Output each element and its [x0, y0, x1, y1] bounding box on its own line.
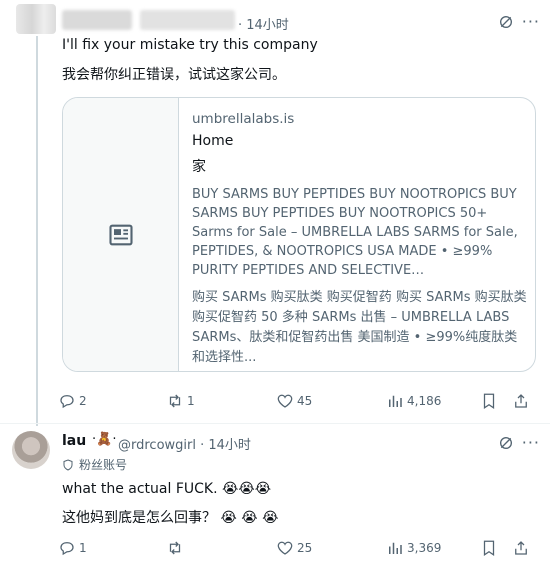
redacted-name [62, 10, 132, 30]
repost-button[interactable] [166, 539, 184, 557]
grok-icon[interactable] [498, 14, 514, 30]
shield-icon [63, 458, 73, 471]
reply-button[interactable]: 1 [58, 539, 87, 557]
like-count: 45 [297, 394, 313, 408]
repost-icon [169, 394, 181, 408]
like-button[interactable]: 45 [276, 392, 312, 410]
display-name[interactable]: lau [62, 433, 86, 449]
account-label-text: 粉丝账号 [79, 458, 128, 472]
grok-icon[interactable] [498, 435, 514, 451]
tweet-text: I'll fix your mistake try this company [62, 37, 318, 53]
card-domain: umbrellalabs.is [192, 111, 295, 127]
bookmark-icon [483, 540, 495, 556]
card-title: Home [192, 133, 234, 149]
card-thumbnail [63, 98, 179, 371]
avatar[interactable] [16, 4, 56, 34]
views-icon [389, 395, 402, 407]
like-button[interactable]: 25 [276, 539, 312, 557]
card-description-translation: 购买 SARMs 购买肽类 购买促智药 购买 SARMs 购买肽类 购买促智药 … [192, 290, 527, 365]
divider [0, 423, 550, 424]
reply-button[interactable]: 2 [58, 392, 87, 410]
more-icon[interactable]: ··· [522, 12, 540, 31]
account-label: 粉丝账号 [62, 456, 127, 473]
reply-count: 1 [79, 541, 87, 555]
tweet-translation: 我会帮你纠正错误，试试这家公司。 [62, 67, 286, 83]
view-count: 4,186 [407, 394, 442, 408]
reply-icon [60, 542, 74, 556]
link-card[interactable]: umbrellalabs.is Home 家 BUY SARMS BUY PEP… [62, 97, 536, 372]
repost-button[interactable]: 1 [166, 392, 195, 410]
views-icon [389, 542, 402, 554]
bookmark-button[interactable] [480, 539, 498, 561]
article-icon [108, 224, 133, 245]
heart-icon [277, 541, 293, 555]
name-decoration: ·🧸· [92, 432, 117, 447]
reply-icon [60, 395, 74, 409]
card-description: BUY SARMS BUY PEPTIDES BUY NOOTROPICS BU… [192, 187, 518, 278]
share-button[interactable] [512, 539, 530, 561]
action-bar: 2 1 45 4,186 [58, 392, 527, 414]
views-button[interactable]: 4,186 [386, 392, 441, 410]
view-count: 3,369 [407, 541, 442, 555]
more-icon[interactable]: ··· [522, 433, 540, 452]
avatar[interactable] [12, 431, 50, 469]
heart-icon [277, 394, 293, 408]
card-title-translation: 家 [192, 159, 206, 175]
like-count: 25 [297, 541, 313, 555]
tweet-translation: 这他妈到底是怎么回事？ 😭 😭 😭 [62, 510, 279, 526]
timestamp[interactable]: · 14小时 [238, 14, 289, 33]
share-icon [515, 541, 527, 555]
views-button[interactable]: 3,369 [386, 539, 441, 557]
tweet-text: what the actual FUCK. 😭😭😭 [62, 481, 272, 497]
thread-line [36, 36, 38, 426]
share-button[interactable] [512, 392, 530, 414]
bookmark-button[interactable] [480, 392, 498, 414]
handle-and-time[interactable]: @rdrcowgirl · 14小时 [118, 434, 251, 453]
repost-icon [169, 541, 181, 555]
share-icon [515, 394, 527, 408]
bookmark-icon [483, 393, 495, 409]
redacted-handle [140, 10, 235, 30]
reply-count: 2 [79, 394, 87, 408]
tweet[interactable]: · 14小时 ··· I'll fix your mistake try thi… [0, 0, 550, 426]
action-bar: 1 25 3,369 [58, 539, 527, 561]
repost-count: 1 [187, 394, 195, 408]
